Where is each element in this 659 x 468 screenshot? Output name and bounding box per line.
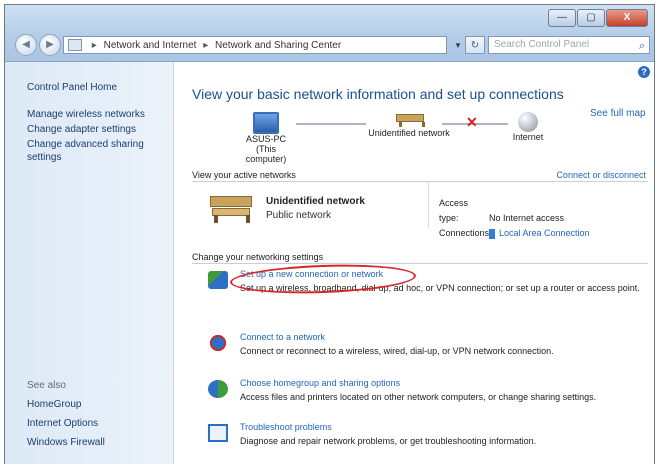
main-content: ? View your basic network information an…: [174, 62, 654, 464]
sidebar-control-panel-home[interactable]: Control Panel Home: [27, 82, 117, 93]
map-node-network: Unidentified network: [354, 112, 464, 138]
window: — ▢ X ◀ ▶ ▸ Network and Internet ▸ Netwo…: [4, 4, 655, 464]
maximize-button[interactable]: ▢: [577, 9, 605, 27]
computer-icon: [253, 112, 279, 134]
access-info: Access type: No Internet access Connectio…: [439, 196, 590, 241]
control-panel-icon: [68, 39, 82, 52]
access-type-label: Access type:: [439, 198, 469, 223]
search-icon[interactable]: ⌕: [639, 38, 645, 54]
local-area-connection-link[interactable]: Local Area Connection: [499, 228, 590, 238]
breadcrumb-network-sharing-center[interactable]: Network and Sharing Center: [215, 40, 341, 51]
computer-name: ASUS-PC: [245, 134, 286, 144]
window-controls: — ▢ X: [548, 9, 648, 27]
address-bar[interactable]: ▸ Network and Internet ▸ Network and Sha…: [63, 36, 447, 54]
active-networks-title: View your active networks: [192, 170, 296, 180]
homegroup-desc: Access files and printers located on oth…: [240, 392, 597, 402]
sidebar-item-homegroup[interactable]: HomeGroup: [27, 398, 105, 412]
sidebar-item-windows-firewall[interactable]: Windows Firewall: [27, 436, 105, 450]
connect-network-icon: [208, 334, 228, 352]
divider: [428, 182, 429, 228]
change-settings-header: Change your networking settings: [192, 252, 648, 264]
connect-network-link[interactable]: Connect to a network: [240, 332, 325, 342]
sidebar-item-internet-options[interactable]: Internet Options: [27, 417, 105, 431]
setup-connection-icon: [208, 271, 228, 289]
refresh-button[interactable]: ↻: [465, 36, 485, 54]
breadcrumb-separator-icon[interactable]: ▸: [203, 40, 208, 51]
search-placeholder: Search Control Panel: [494, 39, 590, 50]
task-troubleshoot: Troubleshoot problems Diagnose and repai…: [208, 422, 648, 452]
connect-network-desc: Connect or reconnect to a wireless, wire…: [240, 346, 554, 356]
see-also-links: HomeGroup Internet Options Windows Firew…: [27, 398, 105, 455]
map-node-internet: Internet: [498, 112, 558, 142]
homegroup-link[interactable]: Choose homegroup and sharing options: [240, 378, 400, 388]
connections-label: Connections:: [439, 228, 492, 238]
page-title: View your basic network information and …: [192, 86, 564, 102]
map-node-computer: ASUS-PC (This computer): [236, 112, 296, 164]
help-icon[interactable]: ?: [638, 66, 650, 78]
troubleshoot-desc: Diagnose and repair network problems, or…: [240, 436, 537, 446]
sidebar: Control Panel Home Manage wireless netwo…: [5, 62, 174, 464]
sidebar-item-advanced-sharing[interactable]: Change advanced sharing settings: [27, 138, 157, 164]
bench-network-icon[interactable]: [210, 192, 252, 224]
search-input[interactable]: Search Control Panel ⌕: [488, 36, 650, 54]
breadcrumb-separator-icon[interactable]: ▸: [92, 40, 97, 51]
no-connection-icon: ✕: [466, 114, 478, 130]
active-networks-header: View your active networks Connect or dis…: [192, 170, 648, 182]
homegroup-icon: [208, 380, 228, 398]
access-type-value: No Internet access: [489, 213, 565, 223]
sidebar-item-change-adapter[interactable]: Change adapter settings: [27, 123, 157, 136]
internet-label: Internet: [512, 132, 544, 142]
computer-sub: (This computer): [245, 144, 287, 164]
breadcrumb-network-internet[interactable]: Network and Internet: [104, 40, 197, 51]
troubleshoot-icon: [208, 424, 228, 442]
sidebar-item-manage-wireless[interactable]: Manage wireless networks: [27, 108, 157, 121]
active-network-name: Unidentified network: [266, 196, 365, 207]
title-bar: — ▢ X ◀ ▶ ▸ Network and Internet ▸ Netwo…: [5, 5, 654, 62]
network-map: ASUS-PC (This computer) Unidentified net…: [204, 112, 594, 172]
see-also-label: See also: [27, 380, 66, 391]
connect-disconnect-link[interactable]: Connect or disconnect: [556, 170, 646, 180]
see-full-map-link[interactable]: See full map: [590, 108, 646, 119]
forward-button[interactable]: ▶: [39, 34, 61, 56]
task-connect-network: Connect to a network Connect or reconnec…: [208, 332, 648, 362]
connection-icon: [489, 228, 495, 239]
close-button[interactable]: X: [606, 9, 648, 27]
back-button[interactable]: ◀: [15, 34, 37, 56]
nav-buttons: ◀ ▶: [15, 34, 61, 56]
troubleshoot-link[interactable]: Troubleshoot problems: [240, 422, 332, 432]
globe-icon: [518, 112, 538, 132]
minimize-button[interactable]: —: [548, 9, 576, 27]
active-network-type[interactable]: Public network: [266, 210, 331, 221]
address-dropdown-icon[interactable]: ▾: [451, 36, 465, 54]
task-homegroup: Choose homegroup and sharing options Acc…: [208, 378, 648, 408]
sidebar-links: Manage wireless networks Change adapter …: [27, 108, 157, 166]
bench-network-icon: [396, 112, 425, 128]
map-network-label: Unidentified network: [368, 128, 450, 138]
